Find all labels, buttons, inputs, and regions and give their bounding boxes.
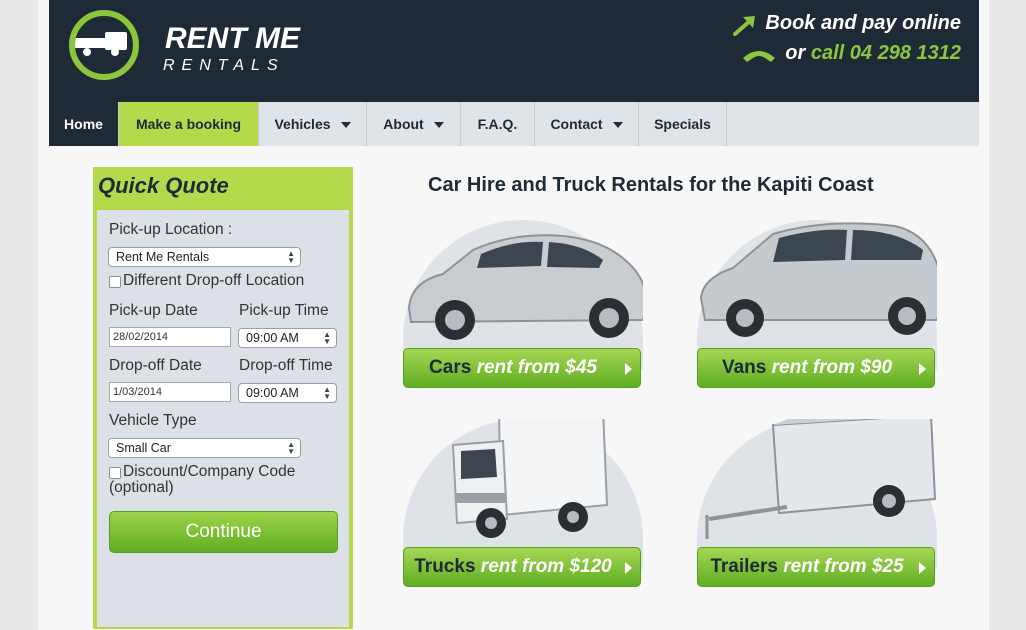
nav-item-specials[interactable]: Specials [639, 102, 727, 146]
different-dropoff-label: Different Drop-off Location [123, 272, 305, 289]
dropoff-date-label: Drop-off Date [109, 357, 202, 374]
dropoff-date-input[interactable]: 1/03/2014 [109, 382, 231, 402]
pickup-time-value: 09:00 AM [246, 331, 299, 345]
play-arrow-icon [625, 562, 632, 574]
tile-button-text: Vans rent from $90 [698, 349, 916, 387]
car-image[interactable] [403, 220, 643, 345]
quick-quote-form: Pick-up Location : Rent Me Rentals ▲ ▼ Di… [97, 210, 349, 627]
dropoff-date-value: 1/03/2014 [113, 386, 162, 398]
nav-item-label: About [383, 116, 424, 132]
play-arrow-icon [919, 363, 926, 375]
vehicle-tile-trucks[interactable]: Trucks rent from $120 [403, 419, 643, 594]
pickup-time-select[interactable]: 09:00 AM ▲ ▼ [238, 328, 337, 348]
nav-item-label: Contact [550, 116, 603, 132]
vehicle-type-select[interactable]: Small Car ▲ ▼ [108, 438, 301, 458]
book-online-text: Book and pay online [765, 12, 961, 34]
phone-number-link[interactable]: call 04 298 1312 [811, 42, 961, 64]
quick-quote-title: Quick Quote [98, 173, 229, 198]
different-dropoff-checkbox[interactable] [109, 276, 121, 288]
tile-button-text: Trailers rent from $25 [698, 548, 916, 586]
site-header: RENT ME RENTALS Book and pay online or c… [49, 0, 979, 102]
tile-kind: Vans [721, 357, 767, 378]
select-arrows-icon: ▲ ▼ [323, 385, 331, 401]
select-arrows-icon: ▲ ▼ [287, 440, 295, 456]
nav-item-faq[interactable]: F.A.Q. [461, 102, 535, 146]
pickup-time-label: Pick-up Time [239, 302, 329, 319]
dropoff-time-value: 09:00 AM [246, 386, 299, 400]
tile-kind: Cars [429, 357, 472, 378]
nav-item-vehicles[interactable]: Vehicles [259, 102, 367, 146]
page-title: Car Hire and Truck Rentals for the Kapit… [428, 174, 874, 196]
caret-down-icon [433, 122, 444, 129]
tile-kind: Trailers [710, 556, 778, 577]
discount-code-checkbox[interactable] [109, 467, 121, 479]
pickup-date-input[interactable]: 28/02/2014 [109, 327, 231, 347]
arrow-icon [733, 16, 755, 36]
phone-cta-prefix: or [785, 42, 806, 64]
tile-button-text: Cars rent from $45 [404, 349, 622, 387]
phone-icon [743, 51, 775, 62]
tile-button-text: Trucks rent from $120 [404, 548, 622, 586]
nav-item-home[interactable]: Home [49, 102, 119, 146]
tile-kind: Trucks [414, 556, 476, 577]
quick-quote-panel: Quick Quote Pick-up Location : Rent Me R… [93, 167, 353, 629]
pickup-date-label: Pick-up Date [109, 302, 198, 319]
nav-item-about[interactable]: About [367, 102, 461, 146]
caret-down-icon [612, 122, 623, 129]
nav-item-label: F.A.Q. [477, 116, 518, 132]
trucks-rent-button[interactable]: Trucks rent from $120 [403, 547, 641, 587]
play-arrow-icon [919, 562, 926, 574]
continue-button[interactable]: Continue [109, 511, 338, 553]
vehicle-tile-trailers[interactable]: Trailers rent from $25 [697, 419, 937, 594]
tile-price: rent from $45 [476, 357, 597, 378]
phone-cta: or call 04 298 1312 [785, 42, 961, 65]
main-nav: Home Make a booking Vehicles About F.A.Q… [49, 102, 979, 146]
tile-price: rent from $90 [771, 357, 893, 378]
dropoff-time-select[interactable]: 09:00 AM ▲ ▼ [238, 383, 337, 403]
cars-rent-button[interactable]: Cars rent from $45 [403, 348, 641, 388]
play-arrow-icon [625, 363, 632, 375]
nav-item-make-a-booking[interactable]: Make a booking [119, 102, 259, 146]
brand-tagline: RENTALS [163, 57, 285, 74]
nav-item-contact[interactable]: Contact [535, 102, 639, 146]
van-image[interactable] [697, 220, 937, 345]
truck-image[interactable] [403, 419, 643, 544]
nav-item-label: Make a booking [135, 116, 242, 132]
select-arrows-icon: ▲ ▼ [287, 249, 295, 265]
dropoff-time-label: Drop-off Time [239, 357, 333, 374]
nav-item-label: Vehicles [274, 116, 331, 132]
caret-down-icon [340, 122, 351, 129]
nav-item-label: Home [64, 116, 103, 132]
vehicle-type-label: Vehicle Type [109, 412, 197, 429]
nav-item-label: Specials [654, 116, 711, 132]
pickup-date-value: 28/02/2014 [113, 331, 169, 343]
vans-rent-button[interactable]: Vans rent from $90 [697, 348, 935, 388]
brand-name[interactable]: RENT ME [165, 22, 300, 56]
discount-optional-label: (optional) [109, 479, 174, 496]
pickup-location-label: Pick-up Location : [109, 221, 233, 238]
tile-price: rent from $120 [480, 556, 612, 577]
pickup-location-select[interactable]: Rent Me Rentals ▲ ▼ [108, 247, 301, 267]
select-arrows-icon: ▲ ▼ [323, 330, 331, 346]
pickup-location-value: Rent Me Rentals [116, 250, 210, 264]
vehicle-tile-cars[interactable]: Cars rent from $45 [403, 220, 643, 395]
vehicle-tile-vans[interactable]: Vans rent from $90 [697, 220, 937, 395]
trailer-image[interactable] [697, 419, 937, 544]
tile-price: rent from $25 [783, 556, 904, 577]
trailers-rent-button[interactable]: Trailers rent from $25 [697, 547, 935, 587]
vehicle-type-value: Small Car [116, 441, 171, 455]
logo-truck-icon[interactable] [69, 10, 139, 80]
